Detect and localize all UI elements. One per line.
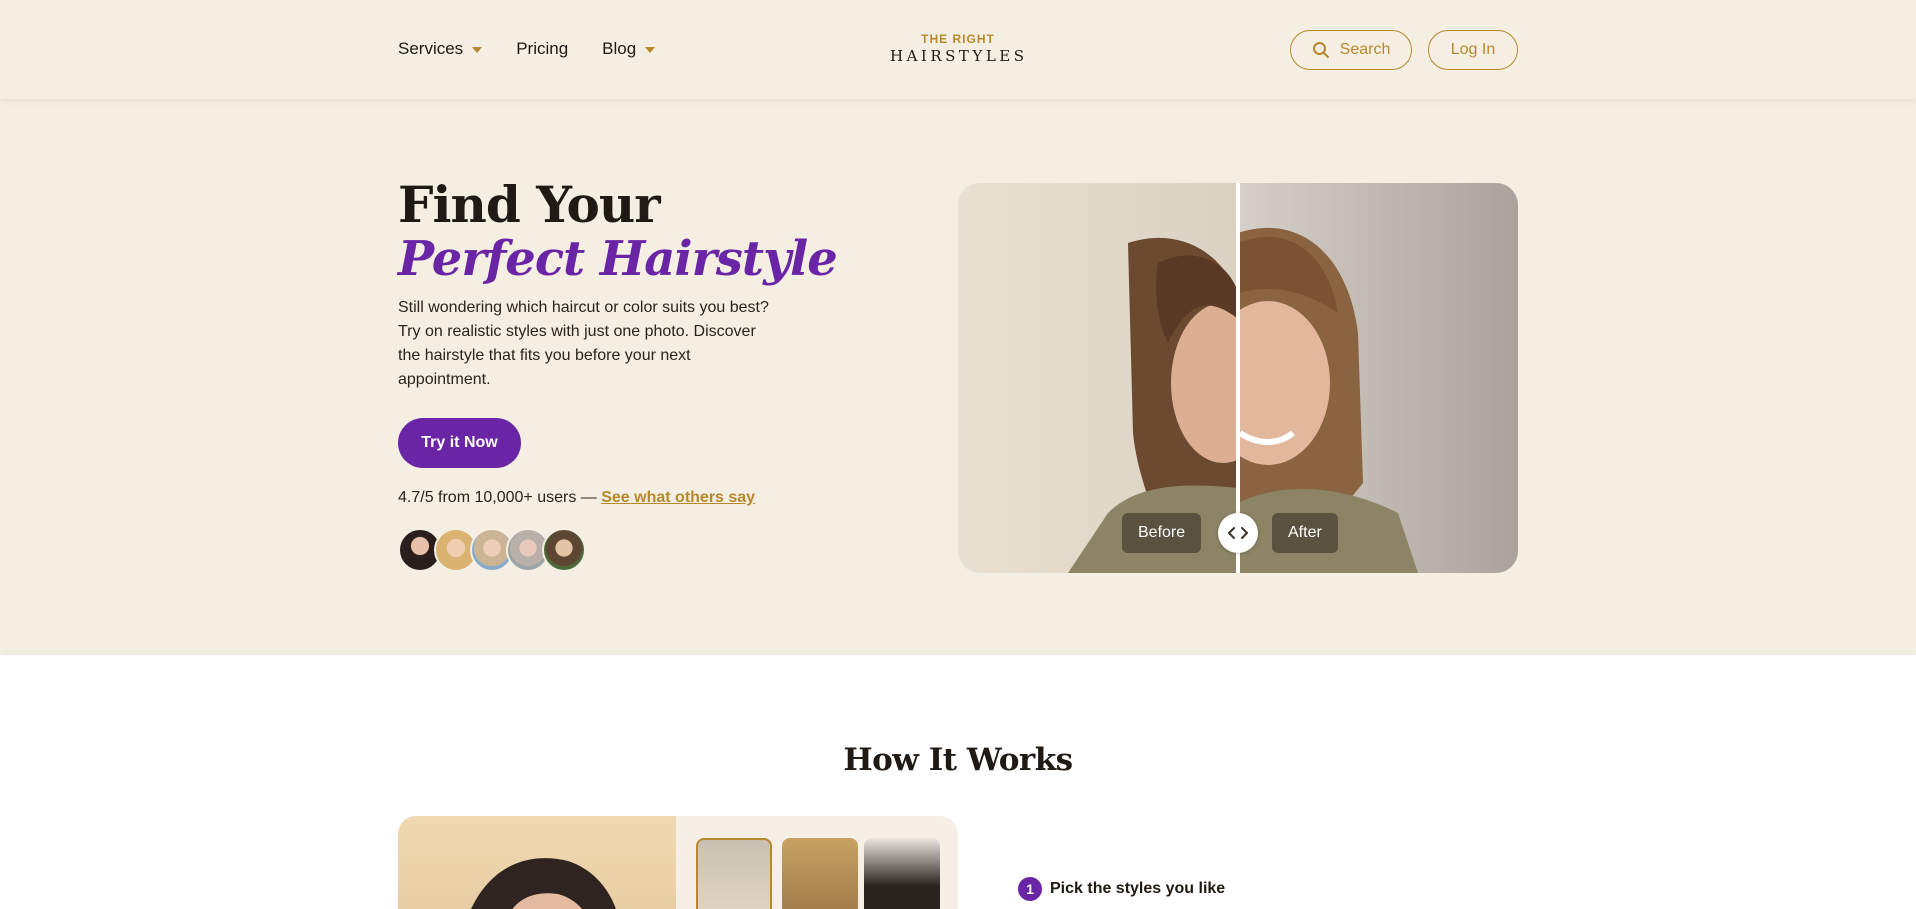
hero-title-line2: Perfect Hairstyle xyxy=(398,231,838,287)
logo-main-text: HAIRSTYLES xyxy=(890,47,1028,65)
login-button[interactable]: Log In xyxy=(1428,30,1518,70)
how-it-works-preview xyxy=(398,816,958,909)
site-header: Services Pricing Blog THE RIGHT HAIRSTYL… xyxy=(0,0,1916,99)
search-icon xyxy=(1312,42,1329,58)
style-thumbnail-selected[interactable] xyxy=(696,838,772,909)
chevron-down-icon xyxy=(645,47,656,53)
user-avatars xyxy=(398,528,586,574)
search-button-label: Search xyxy=(1339,41,1391,58)
hero-description: Still wondering which haircut or color s… xyxy=(398,299,769,388)
hero-title-line1: Find Your xyxy=(398,175,661,234)
how-it-works-section: How It Works 1 Pick the styles you like xyxy=(0,655,1916,909)
chevron-down-icon xyxy=(472,47,483,53)
style-thumbnail[interactable] xyxy=(864,838,940,909)
main-nav: Services Pricing Blog xyxy=(398,39,689,59)
nav-services-label: Services xyxy=(398,39,464,58)
step-label: Pick the styles you like xyxy=(1050,880,1226,897)
uploaded-photo-portrait xyxy=(471,858,616,909)
avatar xyxy=(542,528,586,572)
before-after-comparison[interactable]: Before After xyxy=(958,183,1518,573)
comparison-slider-handle[interactable] xyxy=(1218,513,1258,553)
search-button[interactable]: Search xyxy=(1290,30,1412,70)
hero-title: Find Your Perfect Hairstyle xyxy=(398,175,838,287)
nav-blog-label: Blog xyxy=(602,39,637,58)
login-button-label: Log In xyxy=(1450,41,1496,58)
style-thumbnail[interactable] xyxy=(782,838,858,909)
how-it-works-title: How It Works xyxy=(843,742,1073,778)
uploaded-photo xyxy=(398,816,676,909)
step-number-badge: 1 xyxy=(1018,877,1042,901)
site-logo[interactable]: THE RIGHT HAIRSTYLES xyxy=(890,33,1026,66)
nav-services[interactable]: Services xyxy=(398,39,483,59)
logo-top-text: THE RIGHT xyxy=(921,32,995,46)
nav-pricing-label: Pricing xyxy=(516,39,569,58)
step-item: 1 Pick the styles you like xyxy=(1018,877,1225,901)
rating-text: 4.7/5 from 10,000+ users — xyxy=(398,489,597,506)
see-reviews-link[interactable]: See what others say xyxy=(601,489,755,506)
before-label: Before xyxy=(1122,513,1202,553)
after-label: After xyxy=(1272,513,1338,553)
chevrons-left-right-icon xyxy=(1228,527,1248,539)
nav-pricing[interactable]: Pricing xyxy=(516,39,568,59)
nav-blog[interactable]: Blog xyxy=(602,39,656,59)
try-it-now-button[interactable]: Try it Now xyxy=(398,418,521,468)
rating-line: 4.7/5 from 10,000+ users — See what othe… xyxy=(398,489,755,507)
